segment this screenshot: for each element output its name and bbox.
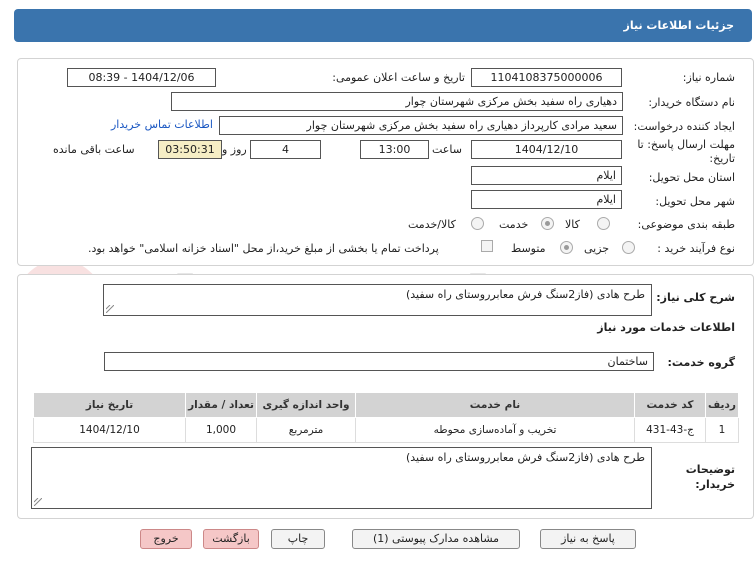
announce-date-label: تاریخ و ساعت اعلان عمومی: xyxy=(332,71,465,84)
need-details-panel xyxy=(17,58,754,266)
services-table: ردیف کد خدمت نام خدمت واحد اندازه گیری ت… xyxy=(33,392,739,443)
view-attachments-button[interactable]: مشاهده مدارک پیوستی (1) xyxy=(352,529,520,549)
col-header-quantity: تعداد / مقدار xyxy=(185,392,257,418)
buyer-contact-link[interactable]: اطلاعات تماس خریدار xyxy=(111,118,213,131)
page-header: جزئیات اطلاعات نیاز xyxy=(14,9,752,42)
summary-label: شرح کلی نیاز: xyxy=(656,291,735,304)
cell-service-code: ج-43-431 xyxy=(634,417,706,443)
buyer-notes-label-2: خریدار: xyxy=(695,478,735,491)
days-remaining-field[interactable]: 4 xyxy=(250,140,321,159)
city-field[interactable]: ایلام xyxy=(471,190,622,209)
col-header-service-name: نام خدمت xyxy=(355,392,635,418)
days-label: روز و xyxy=(222,143,247,156)
service-group-field[interactable]: ساختمان xyxy=(104,352,654,371)
deadline-label: مهلت ارسال پاسخ: تا xyxy=(637,138,735,151)
summary-field[interactable]: طرح هادی (فاز2سنگ فرش معابرروستای راه سف… xyxy=(103,284,652,316)
print-button[interactable]: چاپ xyxy=(271,529,325,549)
category-goods-label: کالا xyxy=(565,218,580,231)
process-medium-radio[interactable] xyxy=(560,241,573,254)
city-label: شهر محل تحویل: xyxy=(655,195,735,208)
cell-service-name: تخریب و آماده‌سازی محوطه xyxy=(355,417,635,443)
category-both-radio[interactable] xyxy=(471,217,484,230)
announce-date-field[interactable]: 1404/12/06 - 08:39 xyxy=(67,68,216,87)
creator-label: ایجاد کننده درخواست: xyxy=(633,120,735,133)
province-field[interactable]: ایلام xyxy=(471,166,622,185)
page-title: جزئیات اطلاعات نیاز xyxy=(623,19,735,32)
category-service-label: خدمت xyxy=(499,218,529,231)
resize-grip-icon[interactable] xyxy=(106,305,114,313)
buyer-org-field[interactable]: دهیاری راه سفید بخش مرکزی شهرستان چوار xyxy=(171,92,623,111)
reply-button[interactable]: پاسخ به نیاز xyxy=(540,529,636,549)
services-section-title: اطلاعات خدمات مورد نیاز xyxy=(597,321,735,334)
cell-quantity: 1,000 xyxy=(185,417,257,443)
col-header-unit: واحد اندازه گیری xyxy=(256,392,356,418)
service-group-label: گروه خدمت: xyxy=(667,356,735,369)
remaining-time-field[interactable]: 03:50:31 xyxy=(158,140,222,159)
col-header-row-number: ردیف xyxy=(705,392,739,418)
category-service-radio[interactable] xyxy=(541,217,554,230)
deadline-time-field[interactable]: 13:00 xyxy=(360,140,429,159)
process-minor-label: جزیی xyxy=(584,242,610,255)
cell-row-number: 1 xyxy=(705,417,739,443)
province-label: استان محل تحویل: xyxy=(648,171,735,184)
col-header-need-date: تاریخ نیاز xyxy=(33,392,186,418)
treasury-payment-checkbox[interactable] xyxy=(481,240,493,252)
process-type-label: نوع فرآیند خرید : xyxy=(657,242,735,255)
table-header-row: ردیف کد خدمت نام خدمت واحد اندازه گیری ت… xyxy=(33,392,739,418)
creator-field[interactable]: سعید مرادی کارپرداز دهیاری راه سفید بخش … xyxy=(219,116,623,135)
back-button[interactable]: بازگشت xyxy=(203,529,259,549)
cell-need-date: 1404/12/10 xyxy=(33,417,186,443)
need-number-field[interactable]: 1104108375000006 xyxy=(471,68,622,87)
cell-unit: مترمربع xyxy=(256,417,356,443)
table-row[interactable]: 1 ج-43-431 تخریب و آماده‌سازی محوطه مترم… xyxy=(33,417,739,443)
buyer-notes-label: توضیحات xyxy=(685,463,735,476)
category-both-label: کالا/خدمت xyxy=(408,218,456,231)
process-minor-radio[interactable] xyxy=(622,241,635,254)
summary-text: طرح هادی (فاز2سنگ فرش معابرروستای راه سف… xyxy=(405,288,645,301)
resize-grip-icon[interactable] xyxy=(34,498,42,506)
category-goods-radio[interactable] xyxy=(597,217,610,230)
deadline-time-label: ساعت xyxy=(432,143,462,156)
deadline-date-field[interactable]: 1404/12/10 xyxy=(471,140,622,159)
exit-button[interactable]: خروج xyxy=(140,529,192,549)
deadline-label-date: تاریخ: xyxy=(709,152,735,165)
need-number-label: شماره نیاز: xyxy=(682,71,735,84)
buyer-notes-field[interactable]: طرح هادی (فاز2سنگ فرش معابرروستای راه سف… xyxy=(31,447,652,509)
buyer-notes-text: طرح هادی (فاز2سنگ فرش معابرروستای راه سف… xyxy=(405,451,645,464)
process-medium-label: متوسط xyxy=(511,242,546,255)
remaining-time-label: ساعت باقی مانده xyxy=(53,143,135,156)
col-header-service-code: کد خدمت xyxy=(634,392,706,418)
buyer-org-label: نام دستگاه خریدار: xyxy=(648,96,735,109)
treasury-payment-note: پرداخت تمام یا بخشی از مبلغ خرید،از محل … xyxy=(88,242,439,255)
category-label: طبقه بندی موضوعی: xyxy=(637,218,735,231)
